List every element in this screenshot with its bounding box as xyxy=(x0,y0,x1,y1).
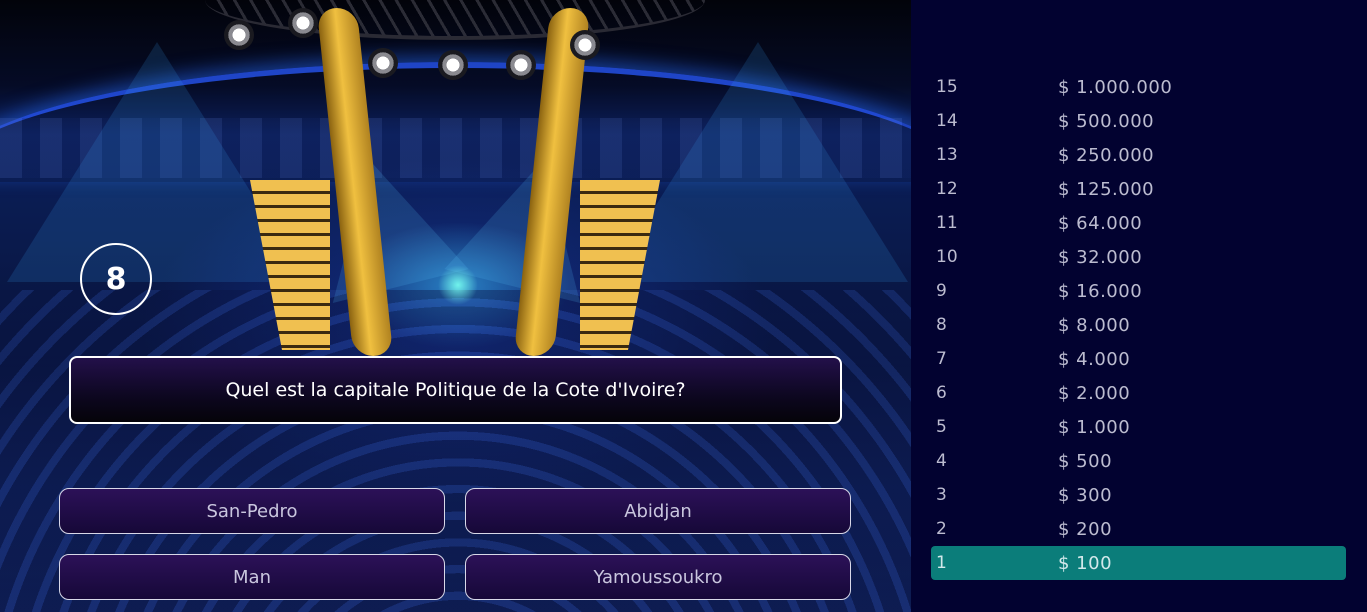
ladder-level: 13 xyxy=(936,145,958,165)
stage-lamp-icon xyxy=(224,20,254,50)
ladder-amount: $ 64.000 xyxy=(1058,212,1143,234)
ladder-row: 2 $ 200 xyxy=(931,512,1346,546)
ladder-row: 9 $ 16.000 xyxy=(931,274,1346,308)
right-spotlight-beam xyxy=(608,42,908,282)
money-ladder: 15 $ 1.000.000 14 $ 500.000 13 $ 250.000 12… xyxy=(911,0,1367,612)
ladder-amount: $ 32.000 xyxy=(1058,246,1143,268)
ladder-row: 15 $ 1.000.000 xyxy=(931,70,1346,104)
ladder-level: 7 xyxy=(936,349,947,369)
ladder-level: 11 xyxy=(936,213,958,233)
stage-lamp-icon xyxy=(570,30,600,60)
answer-label: San-Pedro xyxy=(206,500,298,522)
answer-button-4[interactable]: Yamoussoukro xyxy=(465,554,851,600)
question-text: Quel est la capitale Politique de la Cot… xyxy=(225,379,686,401)
ladder-amount: $ 125.000 xyxy=(1058,178,1155,200)
ladder-level: 14 xyxy=(936,111,958,131)
ladder-amount: $ 500 xyxy=(1058,450,1113,472)
ladder-level: 3 xyxy=(936,485,947,505)
ladder-row: 11 $ 64.000 xyxy=(931,206,1346,240)
ladder-row: 10 $ 32.000 xyxy=(931,240,1346,274)
answer-button-2[interactable]: Abidjan xyxy=(465,488,851,534)
ladder-amount: $ 100 xyxy=(1058,552,1113,574)
left-spotlight-beam xyxy=(7,42,307,282)
ladder-amount: $ 8.000 xyxy=(1058,314,1131,336)
stage-lamp-icon xyxy=(368,48,398,78)
question-number: 8 xyxy=(105,261,127,297)
ladder-level: 12 xyxy=(936,179,958,199)
ladder-amount: $ 16.000 xyxy=(1058,280,1143,302)
ladder-amount: $ 1.000.000 xyxy=(1058,76,1173,98)
center-stage-glow xyxy=(438,265,478,305)
ladder-level: 1 xyxy=(936,553,947,573)
ladder-level: 15 xyxy=(936,77,958,97)
ladder-amount: $ 2.000 xyxy=(1058,382,1131,404)
answer-label: Yamoussoukro xyxy=(593,566,723,588)
stage-lamp-icon xyxy=(288,8,318,38)
answer-button-3[interactable]: Man xyxy=(59,554,445,600)
ladder-row: 7 $ 4.000 xyxy=(931,342,1346,376)
lighting-truss xyxy=(205,0,705,40)
ladder-amount: $ 500.000 xyxy=(1058,110,1155,132)
ladder-level: 8 xyxy=(936,315,947,335)
ladder-amount: $ 250.000 xyxy=(1058,144,1155,166)
answer-button-1[interactable]: San-Pedro xyxy=(59,488,445,534)
ladder-row: 6 $ 2.000 xyxy=(931,376,1346,410)
stage-lamp-icon xyxy=(438,50,468,80)
money-ladder-list: 15 $ 1.000.000 14 $ 500.000 13 $ 250.000 12… xyxy=(931,70,1346,580)
ladder-level: 4 xyxy=(936,451,947,471)
ladder-amount: $ 200 xyxy=(1058,518,1113,540)
ladder-level: 6 xyxy=(936,383,947,403)
ladder-row: 4 $ 500 xyxy=(931,444,1346,478)
question-box: Quel est la capitale Politique de la Cot… xyxy=(69,356,842,424)
ladder-row: 14 $ 500.000 xyxy=(931,104,1346,138)
ladder-level: 9 xyxy=(936,281,947,301)
stage-lamp-icon xyxy=(506,50,536,80)
ladder-row-current: 1 $ 100 xyxy=(931,546,1346,580)
answer-label: Abidjan xyxy=(624,500,692,522)
ladder-row: 12 $ 125.000 xyxy=(931,172,1346,206)
ladder-row: 3 $ 300 xyxy=(931,478,1346,512)
ladder-row: 13 $ 250.000 xyxy=(931,138,1346,172)
ladder-level: 2 xyxy=(936,519,947,539)
ladder-amount: $ 4.000 xyxy=(1058,348,1131,370)
ladder-amount: $ 300 xyxy=(1058,484,1113,506)
ladder-level: 10 xyxy=(936,247,958,267)
answer-label: Man xyxy=(233,566,271,588)
ladder-row: 8 $ 8.000 xyxy=(931,308,1346,342)
ladder-row: 5 $ 1.000 xyxy=(931,410,1346,444)
ladder-level: 5 xyxy=(936,417,947,437)
ladder-amount: $ 1.000 xyxy=(1058,416,1131,438)
question-number-badge: 8 xyxy=(80,243,152,315)
